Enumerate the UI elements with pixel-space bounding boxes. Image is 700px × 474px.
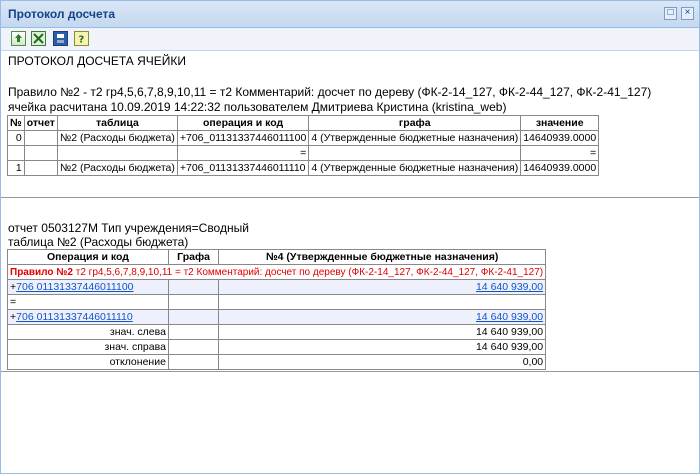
- cell-table: [56, 145, 178, 161]
- cell-column: [167, 324, 220, 340]
- close-icon[interactable]: ×: [681, 7, 694, 20]
- cell-column: [167, 279, 220, 295]
- rule-text: т2 гр4,5,6,7,8,9,10,11 = т2 Комментарий:…: [72, 266, 544, 278]
- rule-row: Правило №2 т2 гр4,5,6,7,8,9,10,11 = т2 К…: [6, 264, 547, 280]
- table-row: =: [7, 294, 547, 310]
- col-table: таблица: [56, 115, 178, 131]
- svg-text:?: ?: [79, 35, 85, 46]
- protocol-table: № отчет таблица операция и код графа зна…: [7, 115, 600, 176]
- cell-operation: +706_01131337446011110: [176, 160, 310, 176]
- cell-operation: =: [176, 145, 310, 161]
- cell-column: [167, 294, 220, 310]
- protocol-content: ПРОТОКОЛ ДОСЧЕТА ЯЧЕЙКИ Правило №2 - т2 …: [1, 51, 699, 473]
- cell-operation: =: [7, 294, 169, 310]
- col-number: №: [7, 115, 25, 131]
- summary-label: отклонение: [7, 354, 169, 370]
- report-table-line: таблица №2 (Расходы бюджета): [8, 235, 189, 249]
- cell-value: 14640939.0000: [520, 160, 600, 176]
- rule-prefix: Правило №2: [10, 266, 73, 278]
- table-row: = =: [7, 145, 600, 161]
- cell-column: 4 (Утвержденные бюджетные назначения): [308, 130, 522, 146]
- protocol-window: Протокол досчета □ × ? ПРОТОКОЛ ДОСЧЕТА …: [0, 0, 700, 474]
- cell-report: [23, 145, 58, 161]
- cell-column: [308, 145, 522, 161]
- cell-column: [167, 354, 220, 370]
- window-titlebar: Протокол досчета □ ×: [1, 1, 699, 28]
- cell-table: №2 (Расходы бюджета): [56, 160, 178, 176]
- window-title: Протокол досчета: [8, 7, 116, 21]
- value-link[interactable]: 14 640 939,00: [476, 281, 543, 293]
- cell-operation: +706 01131337446011110: [7, 309, 169, 325]
- col-report: отчет: [23, 115, 58, 131]
- cell-value: 14 640 939,00: [218, 309, 547, 325]
- summary-label: знач. справа: [7, 339, 169, 355]
- value-link[interactable]: 14 640 939,00: [476, 311, 543, 323]
- report-header-row: Операция и код Графа №4 (Утвержденные бю…: [7, 249, 547, 265]
- protocol-heading: ПРОТОКОЛ ДОСЧЕТА ЯЧЕЙКИ: [8, 54, 186, 68]
- summary-label: знач. слева: [7, 324, 169, 340]
- cell-table: №2 (Расходы бюджета): [56, 130, 178, 146]
- cell-column: 4 (Утвержденные бюджетные назначения): [308, 160, 522, 176]
- col-approved: №4 (Утвержденные бюджетные назначения): [218, 249, 547, 265]
- cell-value: 14 640 939,00: [218, 279, 547, 295]
- calc-line: ячейка расчитана 10.09.2019 14:22:32 пол…: [8, 100, 507, 114]
- rule-cell: Правило №2 т2 гр4,5,6,7,8,9,10,11 = т2 К…: [6, 264, 547, 280]
- report-line: отчет 0503127М Тип учреждения=Сводный: [8, 221, 249, 235]
- rule-line: Правило №2 - т2 гр4,5,6,7,8,9,10,11 = т2…: [8, 85, 652, 99]
- section-divider: [1, 197, 699, 198]
- cell-column: [167, 339, 220, 355]
- help-icon[interactable]: ?: [74, 31, 89, 46]
- operation-link[interactable]: 706 01131337446011100: [16, 281, 133, 293]
- restore-icon[interactable]: □: [664, 7, 677, 20]
- operation-link[interactable]: 706 01131337446011110: [16, 311, 133, 323]
- summary-value: 14 640 939,00: [218, 339, 547, 355]
- summary-value: 0,00: [218, 354, 547, 370]
- col-column: Графа: [167, 249, 220, 265]
- protocol-header-row: № отчет таблица операция и код графа зна…: [7, 115, 600, 131]
- summary-row: знач. справа 14 640 939,00: [7, 339, 547, 355]
- summary-row: отклонение 0,00: [7, 354, 547, 370]
- summary-row: знач. слева 14 640 939,00: [7, 324, 547, 340]
- col-operation: операция и код: [176, 115, 310, 131]
- cell-value: [218, 294, 547, 310]
- table-row: 0 №2 (Расходы бюджета) +706_011313374460…: [7, 130, 600, 146]
- col-value: значение: [520, 115, 600, 131]
- cell-operation: +706_01131337446011100: [176, 130, 310, 146]
- col-operation: Операция и код: [7, 249, 169, 265]
- cell-number: 0: [7, 130, 25, 146]
- table-row: 1 №2 (Расходы бюджета) +706_011313374460…: [7, 160, 600, 176]
- table-row: +706 01131337446011110 14 640 939,00: [7, 309, 547, 325]
- cell-report: [23, 160, 58, 176]
- cell-column: [167, 309, 220, 325]
- summary-value: 14 640 939,00: [218, 324, 547, 340]
- col-column: графа: [308, 115, 522, 131]
- table-row: +706 01131337446011100 14 640 939,00: [7, 279, 547, 295]
- save-icon[interactable]: [53, 31, 68, 46]
- excel-icon[interactable]: [31, 31, 46, 46]
- cell-report: [23, 130, 58, 146]
- cell-value: 14640939.0000: [520, 130, 600, 146]
- section-divider: [1, 371, 699, 372]
- cell-value: =: [520, 145, 600, 161]
- cell-number: [7, 145, 25, 161]
- export-icon[interactable]: [11, 31, 26, 46]
- cell-number: 1: [7, 160, 25, 176]
- cell-operation: +706 01131337446011100: [7, 279, 169, 295]
- report-table: Операция и код Графа №4 (Утвержденные бю…: [6, 249, 547, 370]
- toolbar: ?: [1, 28, 699, 51]
